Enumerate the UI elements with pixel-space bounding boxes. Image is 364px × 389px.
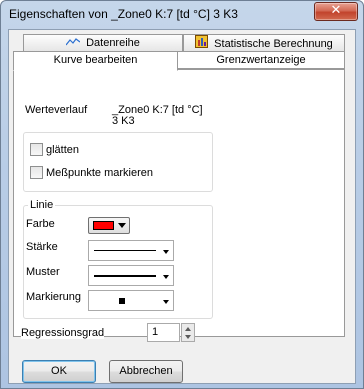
solid-line-preview <box>94 275 156 277</box>
color-picker-button[interactable] <box>88 217 130 234</box>
color-swatch <box>93 221 114 230</box>
ok-button[interactable]: OK <box>22 360 96 383</box>
smooth-label: glätten <box>46 144 80 156</box>
line-chart-icon <box>65 35 81 51</box>
tab-statistische-berechnung-label: Statistische Berechnung <box>214 37 333 50</box>
line-width-select[interactable] <box>88 240 174 261</box>
window-title: Eigenschaften von _Zone0 K:7 [td °C] 3 K… <box>9 7 238 21</box>
smooth-checkbox[interactable] <box>30 143 43 156</box>
tab-datenreihe-label: Datenreihe <box>86 37 140 49</box>
tab-statistische-berechnung[interactable]: Statistische Berechnung <box>183 34 345 52</box>
spin-up-icon <box>185 327 191 331</box>
tab-kurve-bearbeiten[interactable]: Kurve bearbeiten <box>13 51 178 71</box>
line-group-title: Linie <box>28 199 56 211</box>
chevron-down-icon <box>118 223 126 228</box>
werteverlauf-value-line2: 3 K3 <box>112 115 135 127</box>
regression-label: Regressionsgrad <box>21 327 105 339</box>
regression-stepper[interactable] <box>181 323 195 342</box>
close-icon: ✕ <box>330 3 342 18</box>
line-pattern-select[interactable] <box>88 265 174 286</box>
dialog-window: Eigenschaften von _Zone0 K:7 [td °C] 3 K… <box>0 0 364 389</box>
cancel-button[interactable]: Abbrechen <box>109 360 183 383</box>
tab-grenzwertanzeige-label: Grenzwertanzeige <box>216 54 306 66</box>
pattern-label: Muster <box>26 266 60 278</box>
title-bar[interactable]: Eigenschaften von _Zone0 K:7 [td °C] 3 K… <box>1 1 363 27</box>
tab-kurve-bearbeiten-label: Kurve bearbeiten <box>53 54 138 66</box>
square-marker-icon <box>119 298 125 304</box>
chevron-down-icon <box>163 300 169 304</box>
regression-input[interactable]: 1 <box>147 323 180 342</box>
line-group: Linie Farbe Stärke Muster Markierung <box>23 199 213 319</box>
thin-line-preview <box>94 250 156 251</box>
options-group: glätten Meßpunkte markieren <box>23 132 213 192</box>
marker-label: Markierung <box>26 291 82 303</box>
dialog-client-area: Datenreihe Statistische Berechnung Kurve… <box>8 29 356 384</box>
color-label: Farbe <box>26 218 55 230</box>
spin-down-icon <box>185 335 191 339</box>
chevron-down-icon <box>163 275 169 279</box>
width-label: Stärke <box>26 241 58 253</box>
tab-datenreihe[interactable]: Datenreihe <box>23 34 183 52</box>
tab-grenzwertanzeige[interactable]: Grenzwertanzeige <box>177 51 345 69</box>
mark-points-checkbox[interactable] <box>30 166 43 179</box>
chevron-down-icon <box>163 250 169 254</box>
close-button[interactable]: ✕ <box>314 2 358 21</box>
tab-panel-kurve-bearbeiten: Werteverlauf _Zone0 K:7 [td °C] 3 K3 glä… <box>13 69 345 337</box>
marker-select[interactable] <box>88 290 174 311</box>
mark-points-label: Meßpunkte markieren <box>46 167 153 179</box>
werteverlauf-label: Werteverlauf <box>25 104 88 116</box>
